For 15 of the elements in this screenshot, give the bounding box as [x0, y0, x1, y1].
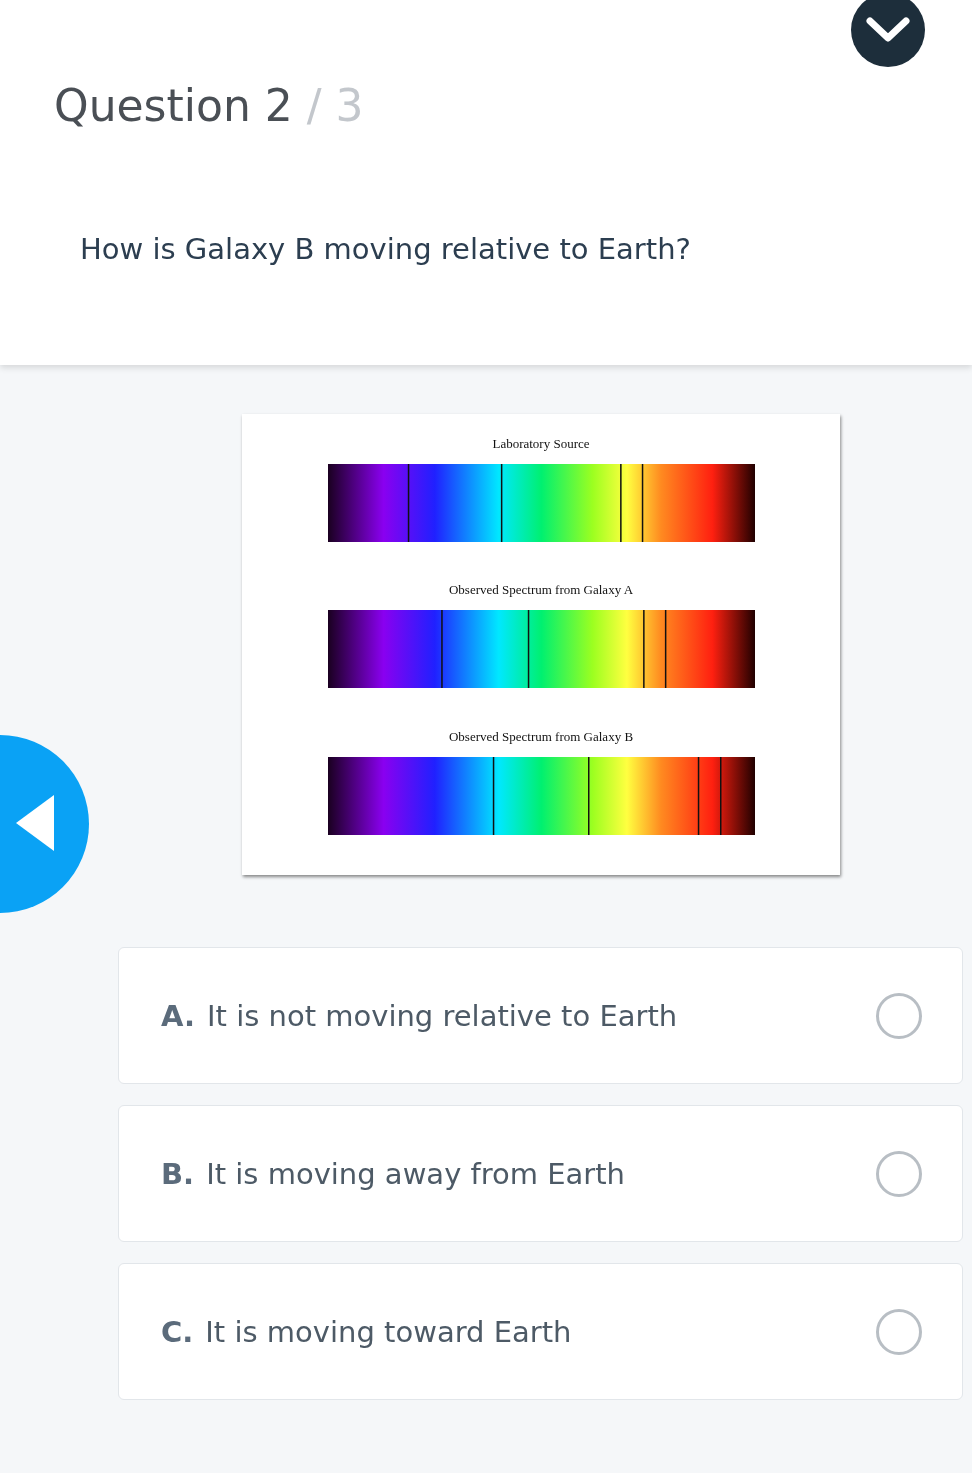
chevron-down-icon	[866, 16, 910, 44]
answer-option[interactable]: C. It is moving toward Earth	[118, 1263, 963, 1400]
triangle-left-icon	[16, 795, 54, 851]
question-number: Question 2	[54, 80, 293, 131]
spectrum-title: Laboratory Source	[492, 436, 590, 453]
question-total: / 3	[306, 80, 364, 131]
collapse-button[interactable]	[851, 0, 925, 67]
spectrum-title: Observed Spectrum from Galaxy B	[448, 728, 634, 746]
answer-option[interactable]: A. It is not moving relative to Earth	[118, 947, 963, 1084]
question-text: How is Galaxy B moving relative to Earth?	[80, 232, 691, 266]
spectrum-title: Observed Spectrum from Galaxy A	[448, 582, 634, 600]
answer-option[interactable]: B. It is moving away from Earth	[118, 1105, 963, 1242]
radio-button[interactable]	[876, 1150, 922, 1197]
radio-button[interactable]	[876, 992, 922, 1039]
radio-button[interactable]	[876, 1308, 922, 1355]
